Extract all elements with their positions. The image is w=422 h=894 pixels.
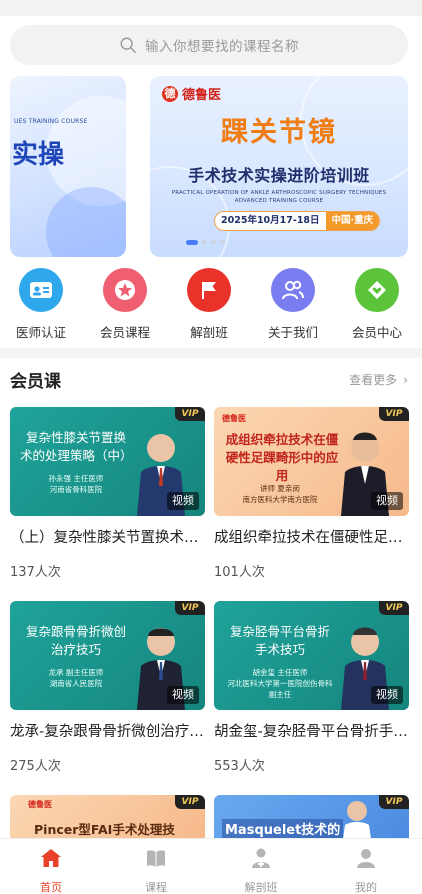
course-title: （上）复杂性膝关节置换术的处理策略 <box>10 530 205 546</box>
book-icon <box>147 850 165 867</box>
video-tag: 视频 <box>371 492 403 510</box>
vip-badge: VIP <box>379 601 409 615</box>
quick-nav-member-center[interactable]: 会员中心 <box>337 268 417 341</box>
thumb-heading: Masquelet技术的 <box>222 819 344 838</box>
thumb-heading: Pincer型FAI手术处理技 <box>34 822 175 837</box>
course-title: 胡金玺-复杂胫骨平台骨折手术技巧 <box>214 724 409 740</box>
thumb-heading: 复杂性膝关节置换术的处理策略（中） <box>20 430 133 463</box>
thumb-lecturer: 讲师 夏亲闵 南方医科大学南方医院 <box>242 484 318 504</box>
banner-slide-current[interactable]: 德 德鲁医 踝关节镜 手术技术实操进阶培训班 PRACTICAL OPERATI… <box>150 76 408 257</box>
thumb-lecturer: 胡金玺 主任医师 河北医科大学第一医院创伤骨科 副主任 <box>227 668 333 699</box>
vip-badge: VIP <box>379 795 409 809</box>
course-view-count: 553人次 <box>214 759 265 774</box>
course-card[interactable]: 复杂性膝关节置换术的处理策略（中） 孙永强 主任医师 河南省骨科医院 VIP 视… <box>10 407 205 580</box>
lecturer-photo <box>343 801 371 839</box>
banner-slide-previous[interactable]: UES TRAINING COURSE 实操 重庆 <box>10 76 126 257</box>
brand-logo-icon: 德 <box>162 85 178 102</box>
course-thumbnail: 复杂性膝关节置换术的处理策略（中） 孙永强 主任医师 河南省骨科医院 VIP 视… <box>10 407 205 516</box>
view-more-link[interactable]: 查看更多 › <box>349 371 408 388</box>
section-divider <box>0 348 422 358</box>
quick-nav-anatomy-class[interactable]: 解剖班 <box>169 268 249 341</box>
vip-badge: VIP <box>175 601 205 615</box>
thumb-heading: 复杂胫骨平台骨折手术技巧 <box>229 624 330 657</box>
course-card-partial[interactable]: Masquelet技术的 VIP <box>214 795 409 839</box>
user-icon <box>357 849 375 868</box>
quick-nav-doctor-certification[interactable]: 医师认证 <box>1 268 81 341</box>
banner-date-pill: 2025年10月17-18日 中国·重庆 <box>214 211 381 231</box>
quick-nav-member-courses[interactable]: 会员课程 <box>85 268 165 341</box>
tab-home[interactable]: 首页 <box>21 847 81 894</box>
flag-icon <box>187 268 231 312</box>
course-card[interactable]: 德鲁医 成组织牵拉技术在僵硬性足踝畸形中的应用 讲师 夏亲闵 南方医科大学南方医… <box>214 407 409 580</box>
carousel-dot[interactable] <box>186 240 198 245</box>
course-title: 龙承-复杂跟骨骨折微创治疗技巧 <box>10 724 205 740</box>
status-strip <box>0 0 422 16</box>
carousel-dot[interactable] <box>211 240 216 245</box>
video-tag: 视频 <box>167 492 199 510</box>
brand-logo: 德 德鲁医 <box>162 84 221 103</box>
tab-courses[interactable]: 课程 <box>126 847 186 894</box>
chevron-right-icon: › <box>403 372 408 387</box>
banner-big-text: 实操 <box>12 140 65 170</box>
banner-english-line2: ADVANCED TRAINING COURSE <box>234 198 324 204</box>
course-thumbnail: 复杂胫骨平台骨折手术技巧 胡金玺 主任医师 河北医科大学第一医院创伤骨科 副主任… <box>214 601 409 710</box>
vip-badge: VIP <box>379 407 409 421</box>
people-icon <box>271 268 315 312</box>
banner-subtitle: 手术技术实操进阶培训班 <box>188 166 370 185</box>
diamond-heart-icon <box>355 268 399 312</box>
course-view-count: 137人次 <box>10 565 61 580</box>
doctor-icon <box>252 848 270 868</box>
course-card-partial[interactable]: 德鲁医 Pincer型FAI手术处理技 VIP <box>10 795 205 839</box>
banner-english-line1: PRACTICAL OPERATION OF ANKLE ARTHROSCOPI… <box>171 190 387 196</box>
course-title: 成组织牵拉技术在僵硬性足踝畸形中的应用 <box>214 530 409 546</box>
thumb-heading: 复杂跟骨骨折微创治疗技巧 <box>25 624 126 657</box>
vip-badge: VIP <box>175 407 205 421</box>
bottom-tab-bar: 首页 课程 解剖班 我的 <box>0 838 422 894</box>
course-card[interactable]: 复杂跟骨骨折微创治疗技巧 龙承 副主任医师 湖南省人民医院 VIP 视频 龙承-… <box>10 601 205 774</box>
search-placeholder: 输入你想要找的课程名称 <box>145 39 299 55</box>
banner-date: 2025年10月17-18日 <box>221 215 320 226</box>
search-input[interactable]: 输入你想要找的课程名称 <box>10 25 408 65</box>
quick-nav-about-us[interactable]: 关于我们 <box>253 268 333 341</box>
banner-title: 踝关节镜 <box>221 117 337 148</box>
star-badge-icon <box>103 268 147 312</box>
course-thumbnail: 复杂跟骨骨折微创治疗技巧 龙承 副主任医师 湖南省人民医院 VIP 视频 <box>10 601 205 710</box>
id-card-icon <box>19 268 63 312</box>
video-tag: 视频 <box>371 686 403 704</box>
tab-profile[interactable]: 我的 <box>336 847 396 894</box>
banner-course-text: UES TRAINING COURSE <box>14 118 88 125</box>
carousel-dot[interactable] <box>220 240 225 245</box>
quick-nav: 医师认证 会员课程 解剖班 关于我们 会员中心 <box>0 268 422 340</box>
brand-logo: 德鲁医 <box>222 414 246 423</box>
course-thumbnail: 德鲁医 成组织牵拉技术在僵硬性足踝畸形中的应用 讲师 夏亲闵 南方医科大学南方医… <box>214 407 409 516</box>
search-icon <box>120 37 136 53</box>
thumb-lecturer: 龙承 副主任医师 湖南省人民医院 <box>48 668 104 688</box>
home-icon <box>41 849 61 867</box>
course-view-count: 275人次 <box>10 759 61 774</box>
banner-location: 中国·重庆 <box>325 212 380 230</box>
section-title: 会员课 <box>10 372 61 392</box>
video-tag: 视频 <box>167 686 199 704</box>
tab-anatomy-class[interactable]: 解剖班 <box>231 847 291 894</box>
carousel-dot[interactable] <box>202 240 207 245</box>
thumb-lecturer: 孙永强 主任医师 河南省骨科医院 <box>48 474 104 494</box>
thumb-heading: 成组织牵拉技术在僵硬性足踝畸形中的应用 <box>225 432 339 483</box>
course-view-count: 101人次 <box>214 565 265 580</box>
brand-logo: 德鲁医 <box>28 800 52 809</box>
course-card[interactable]: 复杂胫骨平台骨折手术技巧 胡金玺 主任医师 河北医科大学第一医院创伤骨科 副主任… <box>214 601 409 774</box>
vip-badge: VIP <box>175 795 205 809</box>
carousel-indicator[interactable] <box>186 240 229 245</box>
